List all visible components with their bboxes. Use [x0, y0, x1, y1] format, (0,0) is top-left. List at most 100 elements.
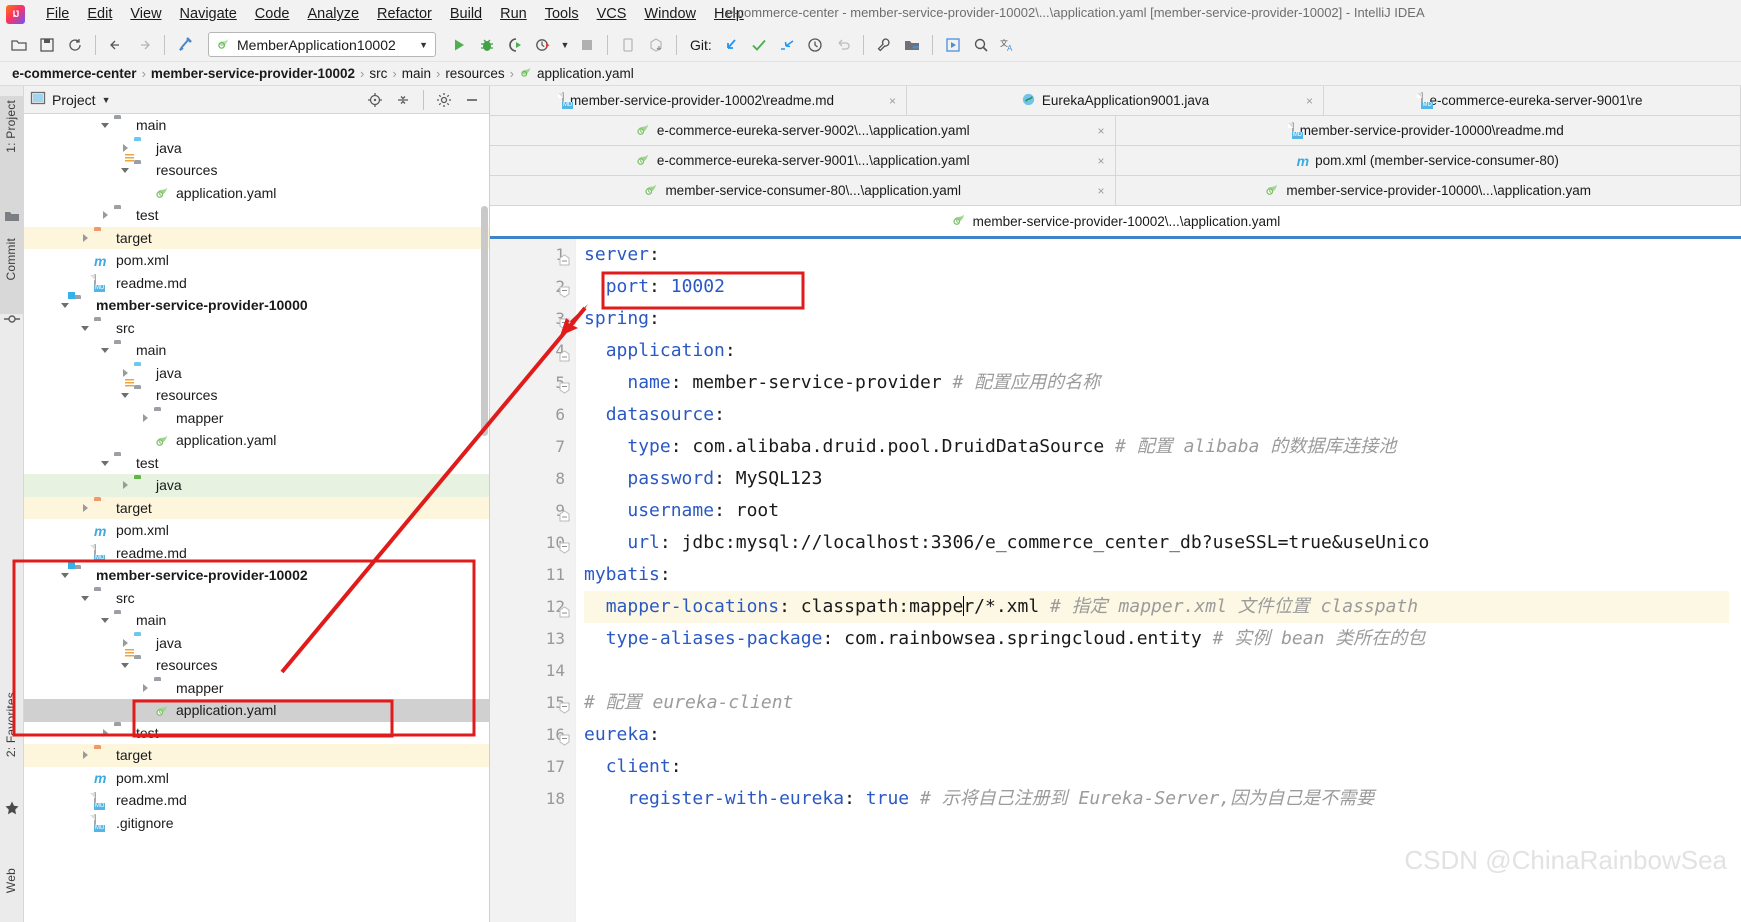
close-icon[interactable]: ×	[1097, 184, 1104, 198]
fold-end-icon[interactable]	[559, 597, 570, 629]
code-line[interactable]: application:	[584, 335, 1741, 367]
chevron-right-icon[interactable]	[98, 208, 112, 222]
breadcrumb-item-module[interactable]: member-service-provider-10002	[151, 66, 355, 81]
code-line[interactable]: datasource:	[584, 399, 1741, 431]
tree-node-readme-md[interactable]: readme.md	[24, 272, 489, 295]
menu-view[interactable]: View	[121, 2, 170, 26]
menu-build[interactable]: Build	[441, 2, 491, 26]
breadcrumb-item-file[interactable]: application.yaml	[519, 65, 634, 82]
chevron-right-icon[interactable]	[138, 681, 152, 695]
editor-tab[interactable]: member-service-consumer-80\...\applicati…	[490, 176, 1116, 205]
tree-node-main[interactable]: main	[24, 114, 489, 137]
close-icon[interactable]: ×	[889, 94, 896, 108]
locate-file-icon[interactable]	[364, 89, 386, 111]
tree-node-src[interactable]: src	[24, 587, 489, 610]
editor-tab[interactable]: e-commerce-eureka-server-9002\...\applic…	[490, 116, 1116, 145]
project-structure-icon[interactable]	[899, 32, 925, 58]
tree-node-target[interactable]: target	[24, 226, 489, 249]
code-line[interactable]: port: 10002	[584, 271, 1741, 303]
chevron-down-icon[interactable]	[98, 118, 112, 132]
editor-tab[interactable]: e-commerce-eureka-server-9001\re	[1324, 86, 1741, 115]
editor-tab[interactable]: e-commerce-eureka-server-9001\...\applic…	[490, 146, 1116, 175]
code-content[interactable]: server: port: 10002 spring: application: …	[576, 239, 1741, 922]
fold-down-icon[interactable]	[559, 373, 570, 405]
chevron-down-icon[interactable]	[118, 388, 132, 402]
back-arrow-icon[interactable]	[103, 32, 129, 58]
code-line[interactable]: type-aliases-package: com.rainbowsea.spr…	[584, 623, 1741, 655]
sidebar-item-web[interactable]: Web	[4, 868, 18, 893]
tree-node-java[interactable]: java	[24, 362, 489, 385]
line-number-gutter[interactable]: 123456789101112131415161718	[490, 239, 576, 922]
fold-end-icon[interactable]	[559, 501, 570, 533]
chevron-down-icon[interactable]	[58, 568, 72, 582]
tree-node-application-yaml[interactable]: application.yaml	[24, 699, 489, 722]
chevron-down-icon[interactable]: ▼	[419, 40, 428, 50]
tree-node-target[interactable]: target	[24, 496, 489, 519]
editor-tab[interactable]: m pom.xml (member-service-consumer-80)	[1115, 146, 1741, 175]
chevron-right-icon[interactable]	[118, 366, 132, 380]
editor-scrollbar[interactable]	[1729, 239, 1741, 922]
menu-file[interactable]: File	[37, 2, 78, 26]
menu-edit[interactable]: Edit	[78, 2, 121, 26]
chevron-right-icon[interactable]	[78, 501, 92, 515]
search-everywhere-icon[interactable]	[968, 32, 994, 58]
menu-run[interactable]: Run	[491, 2, 536, 26]
menu-navigate[interactable]: Navigate	[171, 2, 246, 26]
code-line[interactable]: type: com.alibaba.druid.pool.DruidDataSo…	[584, 431, 1741, 463]
settings-gear-icon[interactable]	[433, 89, 455, 111]
tree-node-resources[interactable]: resources	[24, 378, 489, 407]
forward-arrow-icon[interactable]	[131, 32, 157, 58]
fold-end-icon[interactable]	[559, 245, 570, 277]
code-editor[interactable]: 123456789101112131415161718 server: port…	[490, 239, 1741, 922]
editor-tab[interactable]: member-service-provider-10002\...\applic…	[490, 206, 1741, 236]
tree-node-pom-xml[interactable]: m pom.xml	[24, 249, 489, 272]
collapse-all-icon[interactable]	[392, 89, 414, 111]
menu-analyze[interactable]: Analyze	[298, 2, 368, 26]
build-hammer-icon[interactable]	[172, 32, 198, 58]
hide-icon[interactable]	[461, 89, 483, 111]
editor-tab[interactable]: EurekaApplication9001.java ×	[907, 86, 1324, 115]
code-line[interactable]: name: member-service-provider # 配置应用的名称	[584, 367, 1741, 399]
chevron-right-icon[interactable]	[78, 748, 92, 762]
breadcrumb-item-project[interactable]: e-commerce-center	[12, 66, 137, 81]
close-icon[interactable]: ×	[1306, 94, 1313, 108]
close-icon[interactable]: ×	[1097, 154, 1104, 168]
open-folder-icon[interactable]	[6, 32, 32, 58]
sidebar-item-project[interactable]: 1: Project	[4, 100, 18, 153]
tree-node-test[interactable]: test	[24, 722, 489, 745]
fold-down-icon[interactable]	[559, 309, 570, 341]
tree-node-resources[interactable]: resources	[24, 153, 489, 182]
tree-node-pom-xml[interactable]: m pom.xml	[24, 519, 489, 542]
code-line[interactable]: url: jdbc:mysql://localhost:3306/e_comme…	[584, 527, 1741, 559]
tree-node-java[interactable]: java	[24, 137, 489, 160]
tree-node-main[interactable]: main	[24, 339, 489, 362]
code-line[interactable]: register-with-eureka: true # 示将自己注册到 Eur…	[584, 783, 1741, 815]
menu-window[interactable]: Window	[635, 2, 705, 26]
push-icon[interactable]	[774, 32, 800, 58]
fold-down-icon[interactable]	[559, 725, 570, 757]
menu-code[interactable]: Code	[246, 2, 299, 26]
chevron-down-icon[interactable]	[98, 456, 112, 470]
select-opened-file-icon[interactable]	[940, 32, 966, 58]
fold-down-icon[interactable]	[559, 693, 570, 725]
tree-scrollbar[interactable]	[481, 206, 488, 436]
chevron-right-icon[interactable]	[98, 726, 112, 740]
chevron-right-icon[interactable]	[118, 636, 132, 650]
fold-end-icon[interactable]	[559, 341, 570, 373]
tree-node-java[interactable]: java	[24, 474, 489, 497]
chevron-right-icon[interactable]	[118, 141, 132, 155]
sidebar-item-favorites[interactable]: 2: Favorites	[4, 692, 18, 757]
fold-down-icon[interactable]	[559, 533, 570, 565]
breadcrumb-item-src[interactable]: src	[369, 66, 387, 81]
code-line[interactable]: client:	[584, 751, 1741, 783]
tree-node-test[interactable]: test	[24, 452, 489, 475]
code-line[interactable]: spring:	[584, 303, 1741, 335]
save-all-icon[interactable]	[34, 32, 60, 58]
tree-node-pom-xml[interactable]: m pom.xml	[24, 767, 489, 790]
chevron-down-icon[interactable]	[118, 658, 132, 672]
tree-node-application-yaml[interactable]: application.yaml	[24, 429, 489, 452]
profiler-dropdown-icon[interactable]: ▼	[558, 32, 572, 58]
chevron-right-icon[interactable]	[138, 411, 152, 425]
code-line[interactable]: server:	[584, 239, 1741, 271]
tree-node-target[interactable]: target	[24, 744, 489, 767]
